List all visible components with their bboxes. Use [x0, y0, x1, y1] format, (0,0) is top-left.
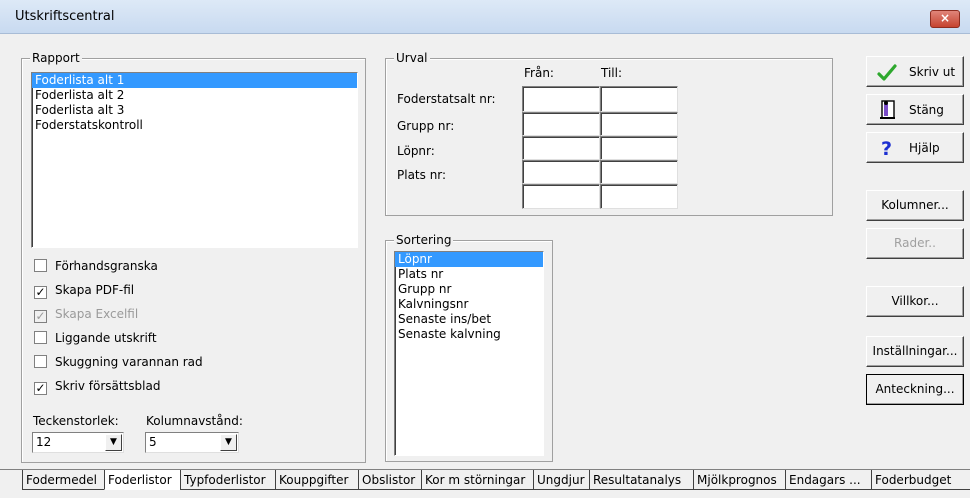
rapport-list-item[interactable]: Foderlista alt 3 [32, 103, 357, 118]
excel-checkbox: ✓ [34, 309, 47, 323]
pdf-label: Skapa PDF-fil [55, 283, 135, 297]
cover-label: Skriv försättsblad [55, 379, 161, 393]
landscape-checkbox[interactable] [34, 331, 47, 344]
shading-option[interactable]: Skuggning varannan rad [34, 353, 203, 371]
lopnr-to-field[interactable] [600, 136, 678, 160]
urval-row-label: Löpnr: [397, 144, 435, 158]
tab-fodermedel[interactable]: Fodermedel [22, 470, 104, 490]
door-exit-icon [880, 100, 895, 119]
settings-button[interactable]: Inställningar... [866, 336, 964, 367]
shading-checkbox[interactable] [34, 355, 47, 368]
print-button-label: Skriv ut [909, 65, 956, 79]
sortering-list-item[interactable]: Kalvningsnr [395, 297, 543, 312]
tab-resultatanalys[interactable]: Resultatanalys [589, 470, 693, 490]
tab-mjolkprognos[interactable]: Mjölkprognos [693, 470, 785, 490]
pdf-option[interactable]: ✓ Skapa PDF-fil [34, 281, 134, 299]
sortering-list-item[interactable]: Löpnr [395, 252, 543, 267]
tab-kouppgifter[interactable]: Kouppgifter [275, 470, 358, 490]
sortering-list-item[interactable]: Senaste ins/bet [395, 312, 543, 327]
urval-group-label: Urval [394, 51, 430, 65]
column-spacing-label: Kolumnavstånd: [146, 414, 243, 428]
tab-strip: Fodermedel Foderlistor Typfoderlistor Ko… [0, 469, 970, 498]
rapport-list-item[interactable]: Foderstatskontroll [32, 118, 357, 133]
plats-to-field[interactable] [600, 160, 678, 184]
close-dialog-button-label: Stäng [909, 103, 944, 117]
foderstatsalt-to-field[interactable] [600, 86, 678, 112]
excel-label: Skapa Excelfil [55, 307, 139, 321]
sortering-list-item[interactable]: Plats nr [395, 267, 543, 282]
grupp-from-field[interactable] [522, 112, 600, 136]
cover-option[interactable]: ✓ Skriv försättsblad [34, 377, 160, 395]
landscape-option[interactable]: Liggande utskrift [34, 329, 157, 347]
tab-foderbudget[interactable]: Foderbudget [871, 470, 970, 490]
conditions-button[interactable]: Villkor... [866, 286, 964, 317]
foderstatsalt-from-field[interactable] [522, 86, 600, 112]
rapport-list-item[interactable]: Foderlista alt 2 [32, 88, 357, 103]
urval-row-label: Plats nr: [397, 168, 447, 182]
landscape-label: Liggande utskrift [55, 331, 157, 345]
preview-option[interactable]: Förhandsgranska [34, 257, 158, 275]
plats-from-field[interactable] [522, 160, 600, 184]
help-button-label: Hjälp [909, 141, 940, 155]
checkmark-icon [877, 64, 897, 81]
chevron-down-icon[interactable]: ▼ [220, 434, 237, 451]
note-button-label: Anteckning... [875, 382, 955, 396]
help-button[interactable]: ? Hjälp [866, 132, 964, 163]
sortering-list-item[interactable]: Senaste kalvning [395, 327, 543, 342]
window-title: Utskriftscentral [15, 9, 115, 24]
column-spacing-select[interactable]: 5 ▼ [145, 432, 239, 453]
rows-button: Rader.. [866, 228, 964, 259]
chevron-down-icon[interactable]: ▼ [105, 434, 122, 451]
question-icon: ? [881, 138, 892, 158]
preview-checkbox[interactable] [34, 259, 47, 272]
grupp-to-field[interactable] [600, 112, 678, 136]
tab-foderlistor[interactable]: Foderlistor [104, 470, 180, 490]
excel-option: ✓ Skapa Excelfil [34, 305, 138, 323]
shading-label: Skuggning varannan rad [55, 355, 203, 369]
settings-button-label: Inställningar... [872, 344, 958, 358]
rapport-listbox[interactable]: Foderlista alt 1 Foderlista alt 2 Foderlis… [31, 72, 358, 248]
columns-button[interactable]: Kolumner... [866, 190, 964, 221]
cover-checkbox[interactable]: ✓ [34, 382, 47, 395]
tab-obslistor[interactable]: Obslistor [358, 470, 421, 490]
lopnr-from-field[interactable] [522, 136, 600, 160]
urval-row-label: Grupp nr: [397, 119, 455, 133]
columns-button-label: Kolumner... [881, 198, 949, 212]
sortering-group-label: Sortering [394, 233, 454, 247]
urval-from-label: Från: [524, 66, 554, 80]
pdf-checkbox[interactable]: ✓ [34, 286, 47, 299]
title-bar: Utskriftscentral × [0, 0, 970, 34]
font-size-select[interactable]: 12 ▼ [32, 432, 124, 453]
tab-kor-m-storningar[interactable]: Kor m störningar [421, 470, 533, 490]
extra-from-field[interactable] [522, 184, 600, 209]
svg-text:?: ? [881, 138, 892, 158]
preview-label: Förhandsgranska [55, 259, 158, 273]
column-spacing-value: 5 [149, 435, 157, 449]
rapport-group-label: Rapport [30, 51, 82, 65]
note-button[interactable]: Anteckning... [866, 374, 964, 405]
tab-endagars[interactable]: Endagars ... [785, 470, 871, 490]
font-size-label: Teckenstorlek: [33, 414, 119, 428]
tab-ungdjur[interactable]: Ungdjur [533, 470, 589, 490]
font-size-value: 12 [36, 435, 52, 449]
sortering-listbox[interactable]: Löpnr Plats nr Grupp nr Kalvningsnr Senaste … [394, 251, 544, 456]
urval-row-label: Foderstatsalt nr: [397, 92, 496, 106]
close-dialog-button[interactable]: Stäng [866, 94, 964, 125]
close-button[interactable]: × [930, 10, 960, 28]
extra-to-field[interactable] [600, 184, 678, 209]
urval-to-label: Till: [601, 66, 623, 80]
print-button[interactable]: Skriv ut [866, 56, 964, 87]
conditions-button-label: Villkor... [891, 294, 939, 308]
sortering-list-item[interactable]: Grupp nr [395, 282, 543, 297]
rows-button-label: Rader.. [894, 236, 936, 250]
tab-typfoderlistor[interactable]: Typfoderlistor [180, 470, 275, 490]
rapport-list-item[interactable]: Foderlista alt 1 [32, 73, 357, 88]
